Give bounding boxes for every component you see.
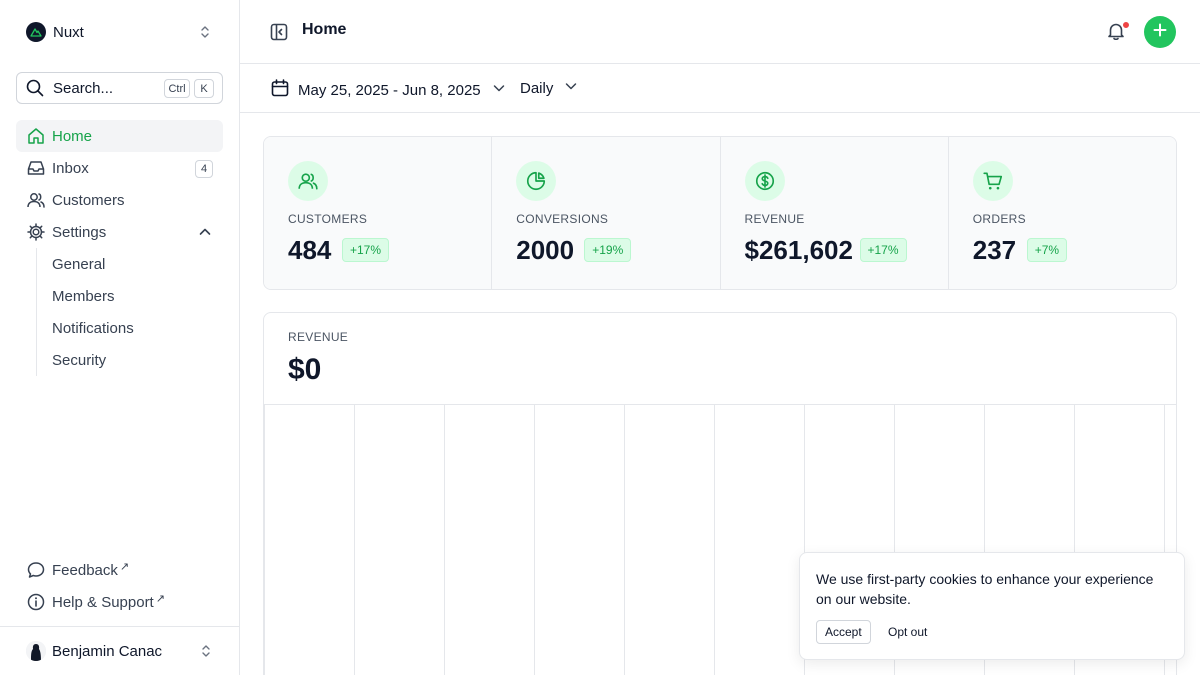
stat-value: 237	[972, 235, 1017, 265]
users-icon	[288, 161, 328, 201]
cookie-banner: We use first-party cookies to enhance yo…	[799, 552, 1185, 660]
sidebar-item-security[interactable]: Security	[37, 344, 223, 376]
bell-icon	[1105, 23, 1127, 46]
stat-value: 484	[288, 235, 332, 265]
sidebar-item-customers[interactable]: Customers	[16, 184, 223, 216]
sidebar-item-label: Customers	[52, 191, 125, 209]
sidebar-footer-links: Feedback ↗ Help & Support ↗	[16, 554, 223, 618]
period-select[interactable]: Daily	[520, 78, 579, 98]
chevron-down-icon	[491, 80, 507, 100]
search-button[interactable]: Search... Ctrl K	[16, 72, 223, 104]
shortcut-k: K	[194, 79, 214, 98]
stat-name: Conversions	[516, 212, 609, 226]
users-icon	[26, 190, 46, 210]
inbox-count-badge: 4	[195, 160, 213, 178]
search-icon	[25, 78, 45, 98]
sidebar-item-label: Inbox	[52, 159, 89, 177]
stat-card-revenue[interactable]: Revenue $261,602 +17%	[720, 137, 949, 289]
cookie-opt-out-button[interactable]: Opt out	[888, 620, 927, 644]
dashboard-toolbar: May 25, 2025 - Jun 8, 2025 Daily	[240, 64, 1200, 113]
cookie-accept-button[interactable]: Accept	[816, 620, 871, 644]
revenue-chart-name: Revenue	[288, 330, 349, 344]
cookie-message: We use first-party cookies to enhance yo…	[816, 571, 1154, 607]
page-title: Home	[302, 21, 347, 38]
date-range-label: May 25, 2025 - Jun 8, 2025	[298, 81, 481, 99]
gear-icon	[26, 222, 46, 242]
top-bar: Home	[240, 0, 1200, 64]
team-switcher[interactable]: Nuxt	[16, 16, 223, 48]
info-icon	[26, 592, 46, 612]
sidebar: Nuxt Search... Ctrl K Home Inbox 4 Custo…	[0, 0, 240, 675]
notifications-button[interactable]	[1105, 20, 1130, 47]
help-support-label: Help & Support	[52, 593, 154, 611]
stat-value: 2000	[516, 235, 575, 265]
stat-name: Orders	[972, 212, 1026, 226]
search-label: Search...	[53, 79, 114, 97]
dollar-circle-icon	[744, 161, 785, 201]
avatar	[26, 641, 46, 661]
sidebar-item-label: Settings	[52, 223, 107, 241]
cart-icon	[972, 161, 1013, 201]
sidebar-item-members[interactable]: Members	[37, 280, 223, 312]
sidebar-nav: Home Inbox 4 Customers Settings General …	[16, 120, 223, 376]
settings-submenu: General Members Notifications Security	[36, 248, 223, 376]
pie-chart-icon	[516, 161, 557, 201]
chevron-up-icon[interactable]	[197, 224, 213, 244]
external-link-icon: ↗	[119, 560, 130, 573]
chevron-down-icon	[563, 78, 579, 98]
period-label: Daily	[520, 79, 554, 97]
plus-icon	[1152, 22, 1168, 43]
inbox-icon	[26, 158, 46, 178]
message-icon	[26, 560, 46, 580]
stat-name: Revenue	[744, 212, 805, 226]
feedback-label: Feedback	[52, 561, 118, 579]
calendar-icon	[270, 78, 290, 102]
stat-card-orders[interactable]: Orders 237 +7%	[948, 137, 1176, 289]
stat-delta-badge: +17%	[859, 238, 907, 262]
home-icon	[26, 126, 46, 146]
sidebar-item-settings[interactable]: Settings	[16, 216, 223, 248]
nuxt-logo-icon	[26, 22, 46, 42]
user-menu[interactable]: Benjamin Canac	[0, 626, 240, 675]
sidebar-item-general[interactable]: General	[37, 248, 223, 280]
team-name: Nuxt	[53, 23, 84, 41]
notification-dot	[1122, 21, 1130, 29]
sidebar-item-inbox[interactable]: Inbox 4	[16, 152, 223, 184]
stat-delta-badge: +7%	[1026, 238, 1068, 262]
stat-name: Customers	[288, 212, 368, 226]
date-range-picker[interactable]: May 25, 2025 - Jun 8, 2025	[270, 78, 507, 102]
sidebar-item-notifications[interactable]: Notifications	[37, 312, 223, 344]
new-item-button[interactable]	[1144, 16, 1176, 48]
stat-delta-badge: +17%	[342, 238, 390, 262]
revenue-chart-total: $0	[288, 353, 322, 386]
user-name: Benjamin Canac	[52, 642, 163, 660]
stat-card-conversions[interactable]: Conversions 2000 +19%	[492, 137, 721, 289]
stat-value: $261,602	[744, 235, 853, 265]
sidebar-item-home[interactable]: Home	[16, 120, 223, 152]
stat-delta-badge: +19%	[584, 238, 632, 262]
stats-grid: Customers 484 +17% Conversions 2000 +19%…	[263, 136, 1177, 290]
chevron-up-down-icon	[198, 643, 214, 664]
shortcut-ctrl: Ctrl	[164, 79, 190, 98]
external-link-icon: ↗	[155, 592, 165, 605]
stat-card-customers[interactable]: Customers 484 +17%	[264, 137, 493, 289]
sidebar-collapse-icon[interactable]	[269, 22, 289, 47]
feedback-link[interactable]: Feedback ↗	[16, 554, 223, 586]
chevron-up-down-icon	[197, 24, 213, 45]
sidebar-item-label: Home	[52, 127, 93, 145]
help-support-link[interactable]: Help & Support ↗	[16, 586, 223, 618]
